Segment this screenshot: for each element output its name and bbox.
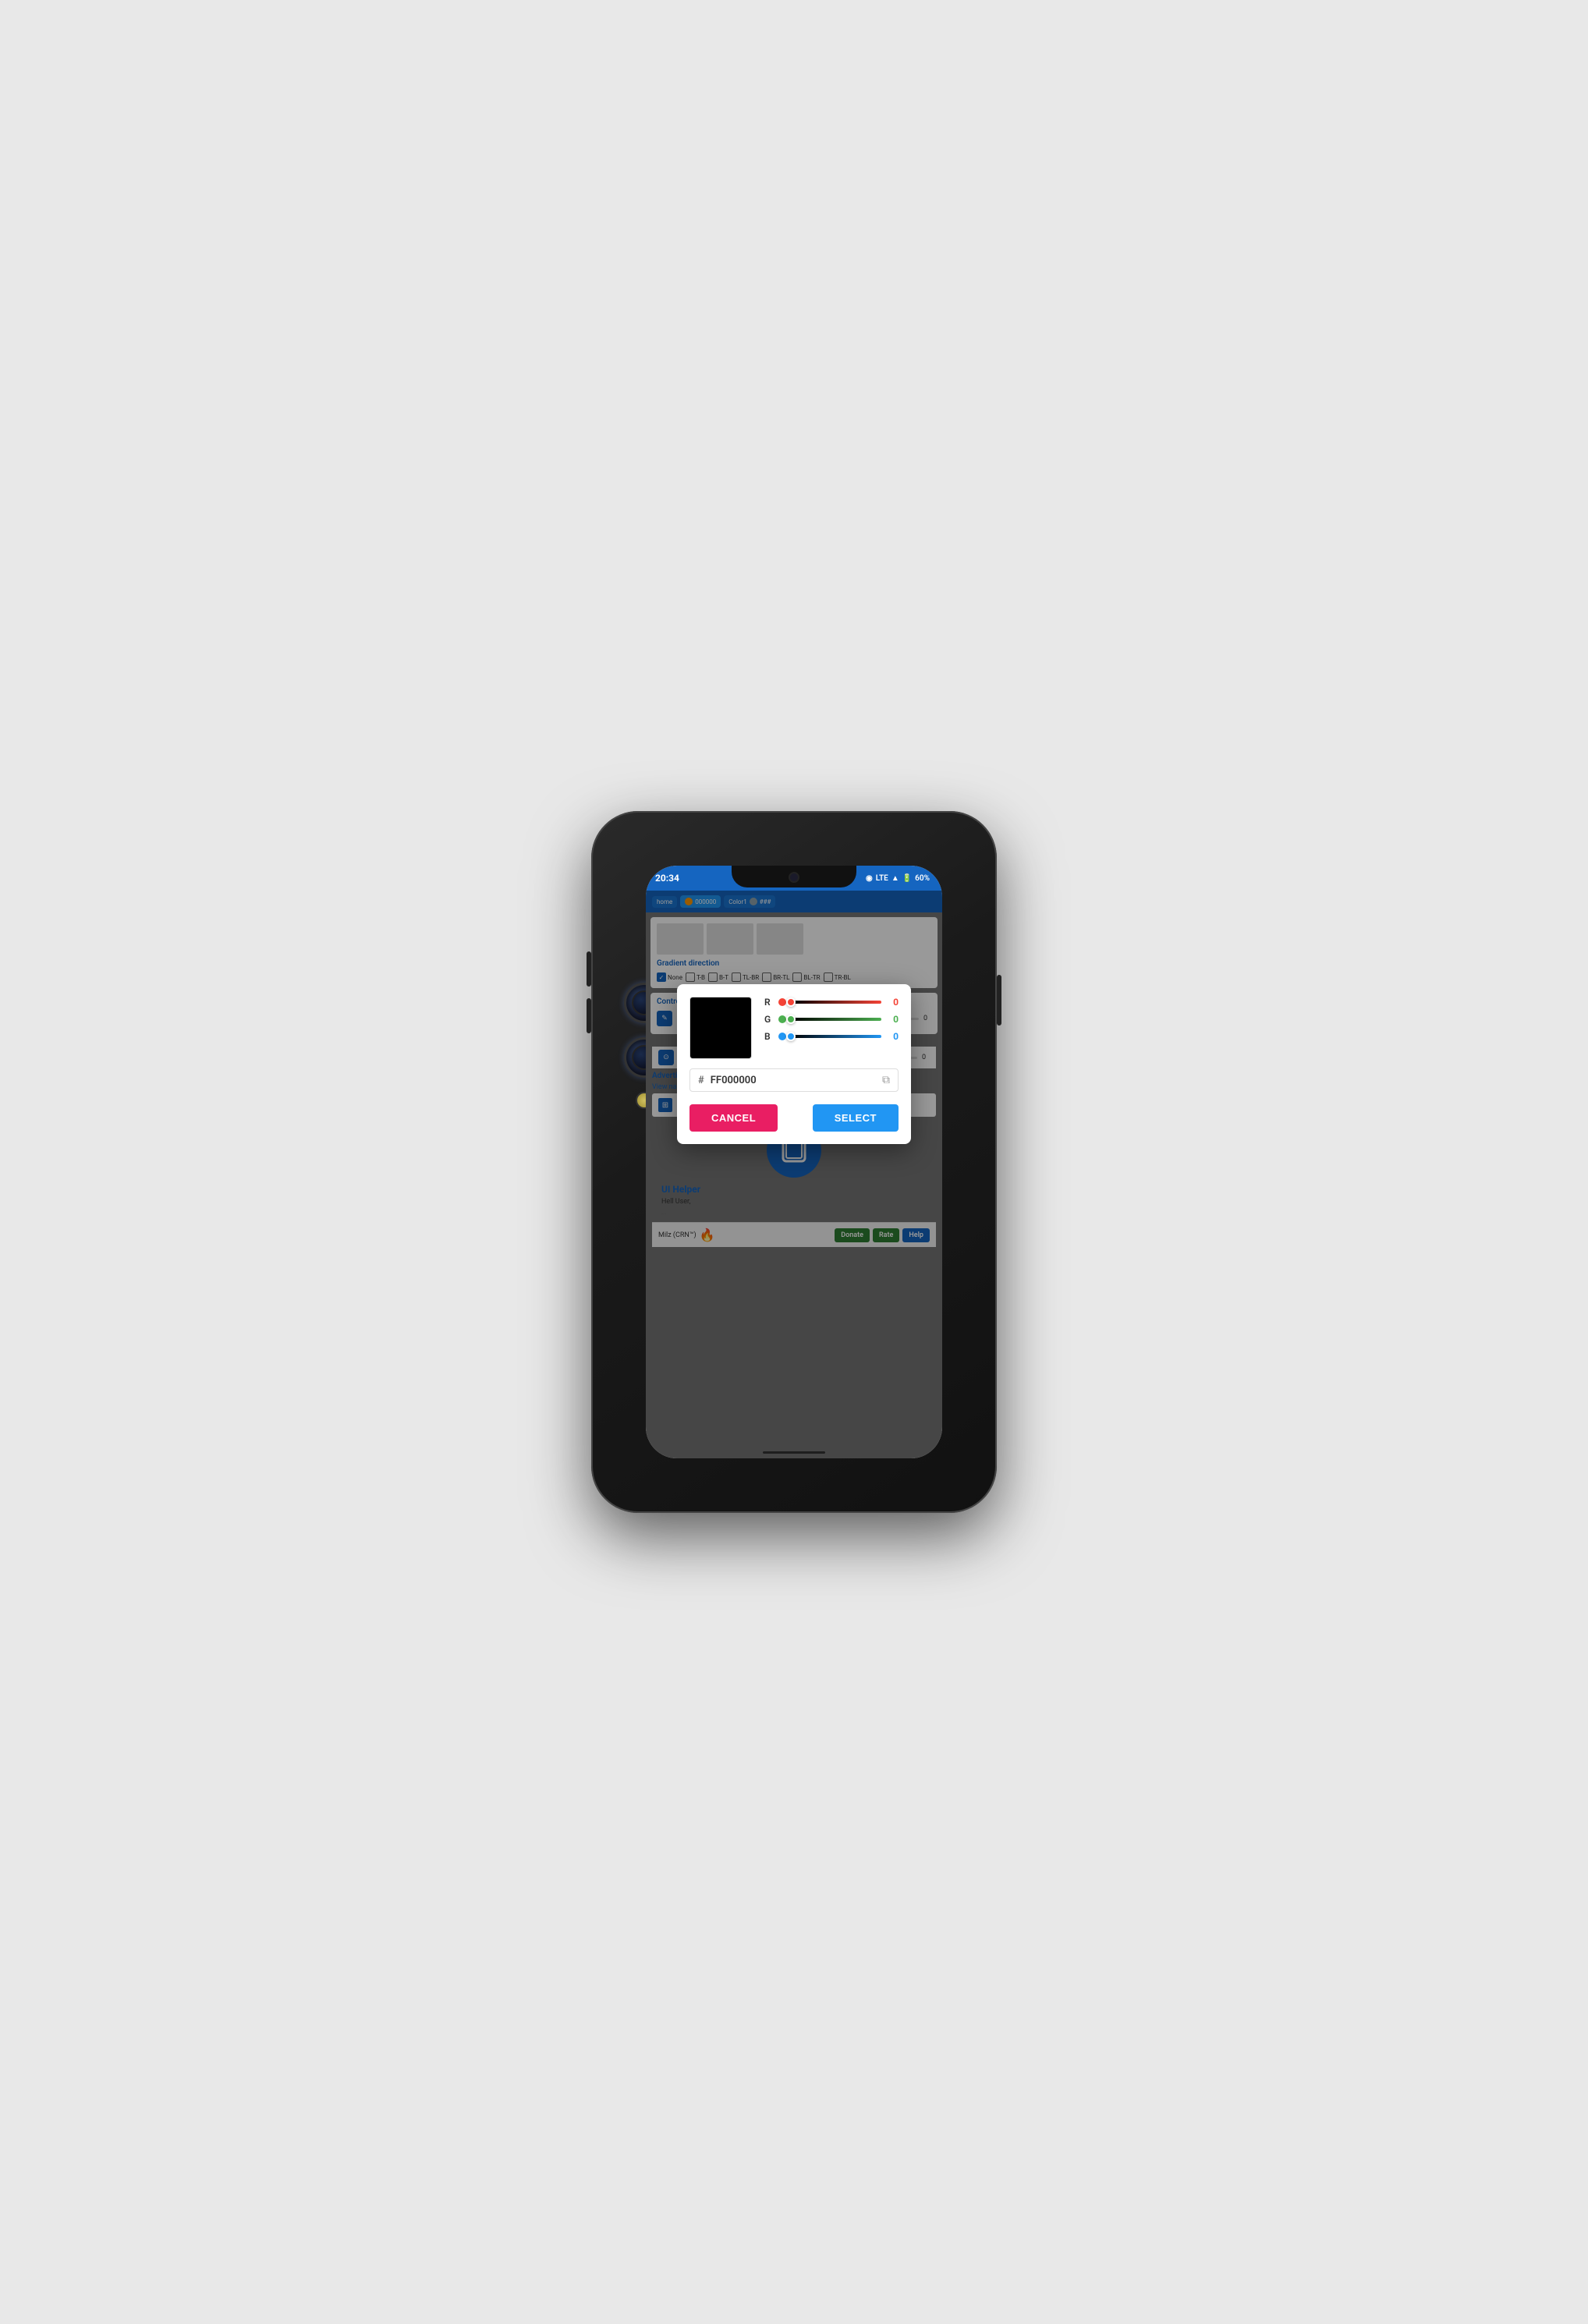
color-picker-dialog: R 0 G — [677, 984, 911, 1144]
r-label: R — [764, 997, 774, 1008]
g-slider[interactable] — [791, 1018, 881, 1021]
lte-label: LTE — [876, 874, 888, 883]
phone-frame: 20:34 ◉ LTE ▲ 🔋 60% home 000000 — [591, 811, 997, 1513]
app-screen: home 000000 Color1 ### — [646, 891, 942, 1458]
notch-camera — [789, 872, 799, 883]
b-value: 0 — [886, 1031, 899, 1042]
g-label: G — [764, 1014, 774, 1025]
color-preview-box — [689, 997, 752, 1059]
notch — [732, 866, 856, 887]
dialog-buttons: CANCEL SELECT — [689, 1104, 899, 1132]
wifi-icon: ◉ — [866, 874, 873, 883]
status-icons: ◉ LTE ▲ 🔋 60% — [866, 874, 930, 883]
copy-icon[interactable]: ⧉ — [882, 1074, 890, 1086]
color-preview-row: R 0 G — [689, 997, 899, 1059]
g-row: G 0 — [764, 1014, 899, 1025]
hex-row: # FF000000 ⧉ — [689, 1068, 899, 1092]
b-slider[interactable] — [791, 1035, 881, 1038]
battery-percent: 60% — [915, 874, 930, 883]
r-value: 0 — [886, 997, 899, 1008]
r-slider[interactable] — [791, 1001, 881, 1004]
b-row: B 0 — [764, 1031, 899, 1042]
cancel-button[interactable]: CANCEL — [689, 1104, 778, 1132]
b-thumb[interactable] — [786, 1032, 796, 1041]
rgb-sliders: R 0 G — [764, 997, 899, 1048]
volume-down-button[interactable] — [587, 998, 591, 1033]
screen: 20:34 ◉ LTE ▲ 🔋 60% home 000000 — [646, 866, 942, 1458]
g-dot — [778, 1015, 786, 1023]
hex-hash: # — [698, 1075, 704, 1086]
r-row: R 0 — [764, 997, 899, 1008]
g-value: 0 — [886, 1014, 899, 1025]
battery-icon: 🔋 — [902, 874, 912, 883]
hex-value[interactable]: FF000000 — [711, 1075, 876, 1086]
status-time: 20:34 — [655, 873, 679, 884]
r-thumb[interactable] — [786, 997, 796, 1007]
volume-up-button[interactable] — [587, 951, 591, 987]
g-thumb[interactable] — [786, 1015, 796, 1024]
signal-icon: ▲ — [891, 874, 899, 883]
r-dot — [778, 998, 786, 1006]
color-picker-overlay: R 0 G — [646, 891, 942, 1458]
select-button[interactable]: SELECT — [813, 1104, 899, 1132]
power-button[interactable] — [997, 975, 1001, 1026]
b-label: B — [764, 1031, 774, 1042]
b-dot — [778, 1033, 786, 1040]
